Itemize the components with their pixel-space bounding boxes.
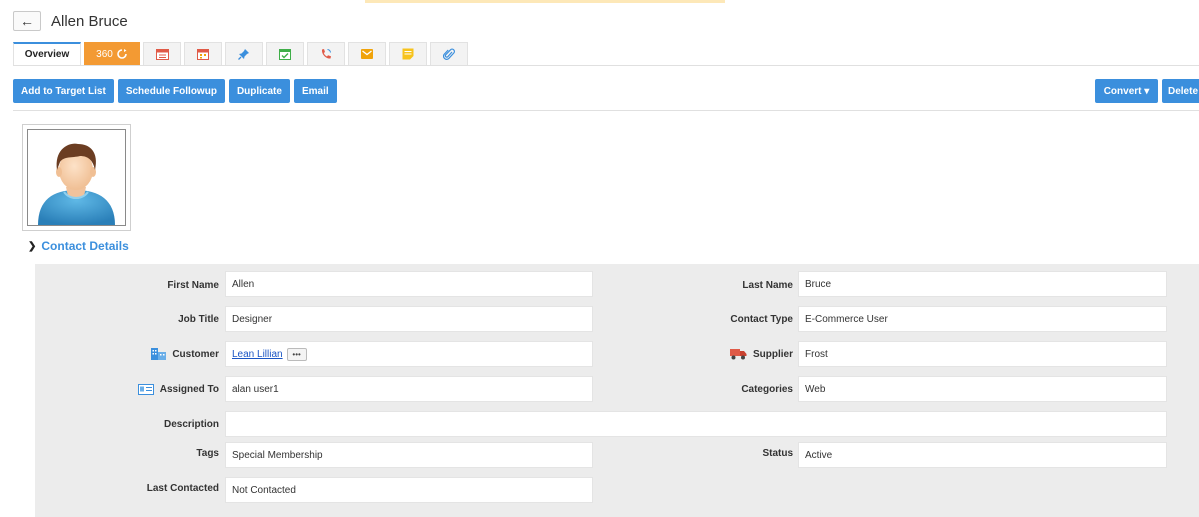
supplier-field[interactable]: Frost xyxy=(798,341,1167,367)
page-title: Allen Bruce xyxy=(51,12,128,30)
contact-type-field[interactable]: E-Commerce User xyxy=(798,306,1167,332)
notification-strip xyxy=(365,0,725,3)
task-icon xyxy=(279,49,291,60)
tab-mail[interactable] xyxy=(348,42,386,65)
assigned-to-label: Assigned To xyxy=(159,383,219,395)
chevron-down-icon: ❯ xyxy=(28,240,37,252)
id-card-icon xyxy=(137,383,154,395)
tab-overview[interactable]: Overview xyxy=(13,42,81,65)
assigned-to-field[interactable]: alan user1 xyxy=(225,376,593,402)
categories-label: Categories xyxy=(741,383,793,395)
email-button[interactable]: Email xyxy=(293,79,337,103)
contact-type-label: Contact Type xyxy=(730,313,793,325)
tab-notes[interactable] xyxy=(389,42,427,65)
add-to-target-list-button[interactable]: Add to Target List xyxy=(13,79,114,103)
refresh-icon xyxy=(117,49,127,59)
avatar-image xyxy=(27,129,126,226)
first-name-label: First Name xyxy=(167,279,219,291)
description-label: Description xyxy=(163,418,219,430)
person-avatar-icon xyxy=(38,143,115,225)
tab-pin[interactable] xyxy=(225,42,263,65)
action-toolbar: Add to Target List Schedule Followup Dup… xyxy=(13,79,341,103)
tab-360-label: 360 xyxy=(96,48,113,60)
customer-label: Customer xyxy=(172,348,219,360)
list-icon xyxy=(155,48,169,60)
contact-photo[interactable] xyxy=(22,124,131,231)
customer-field: Lean Lillian ••• xyxy=(225,341,593,367)
convert-dropdown-button[interactable]: Convert ▾ xyxy=(1095,79,1158,103)
back-button[interactable]: ← xyxy=(13,11,41,31)
job-title-field[interactable]: Designer xyxy=(225,306,593,332)
delete-button[interactable]: Delete xyxy=(1162,79,1199,103)
tab-task[interactable] xyxy=(266,42,304,65)
tags-field[interactable]: Special Membership xyxy=(225,442,593,468)
assigned-to-label-wrap: Assigned To xyxy=(75,376,219,402)
tags-label: Tags xyxy=(196,447,219,459)
tab-attachments[interactable] xyxy=(430,42,468,65)
contact-details-toggle[interactable]: ❯ Contact Details xyxy=(28,239,129,253)
page-header: ← Allen Bruce xyxy=(13,10,128,32)
status-field[interactable]: Active xyxy=(798,442,1167,468)
job-title-label: Job Title xyxy=(178,313,219,325)
last-name-field[interactable]: Bruce xyxy=(798,271,1167,297)
customer-label-wrap: Customer xyxy=(75,341,219,367)
tab-call[interactable] xyxy=(307,42,345,65)
phone-icon xyxy=(321,49,331,59)
section-title: Contact Details xyxy=(41,239,129,253)
schedule-followup-button[interactable]: Schedule Followup xyxy=(117,79,225,103)
first-name-field[interactable]: Allen xyxy=(225,271,593,297)
last-contacted-field[interactable]: Not Contacted xyxy=(225,477,593,503)
duplicate-button[interactable]: Duplicate xyxy=(228,79,290,103)
mail-icon xyxy=(361,49,373,59)
truck-icon xyxy=(729,348,747,360)
action-toolbar-right: Convert ▾ Delete xyxy=(1095,79,1199,103)
description-field[interactable] xyxy=(225,411,1167,437)
last-name-label: Last Name xyxy=(742,279,793,291)
supplier-label: Supplier xyxy=(752,348,793,360)
calendar-icon xyxy=(197,49,209,60)
tabs-divider xyxy=(13,65,1199,66)
back-arrow-icon: ← xyxy=(20,13,34,29)
tab-360[interactable]: 360 xyxy=(84,42,140,65)
last-contacted-label: Last Contacted xyxy=(146,482,219,494)
contact-details-panel: First Name Allen Last Name Bruce Job Tit… xyxy=(35,264,1199,517)
building-icon xyxy=(151,348,167,360)
paperclip-icon xyxy=(443,48,455,60)
tab-calendar[interactable] xyxy=(184,42,222,65)
status-label: Status xyxy=(762,447,793,459)
note-icon xyxy=(402,48,414,60)
record-tabs: Overview 360 xyxy=(13,42,471,65)
categories-field[interactable]: Web xyxy=(798,376,1167,402)
tab-list[interactable] xyxy=(143,42,181,65)
customer-link[interactable]: Lean Lillian xyxy=(232,349,283,360)
customer-more-button[interactable]: ••• xyxy=(286,347,307,361)
supplier-label-wrap: Supplier xyxy=(645,341,793,367)
pin-icon xyxy=(238,49,249,60)
toolbar-divider xyxy=(13,110,1199,111)
